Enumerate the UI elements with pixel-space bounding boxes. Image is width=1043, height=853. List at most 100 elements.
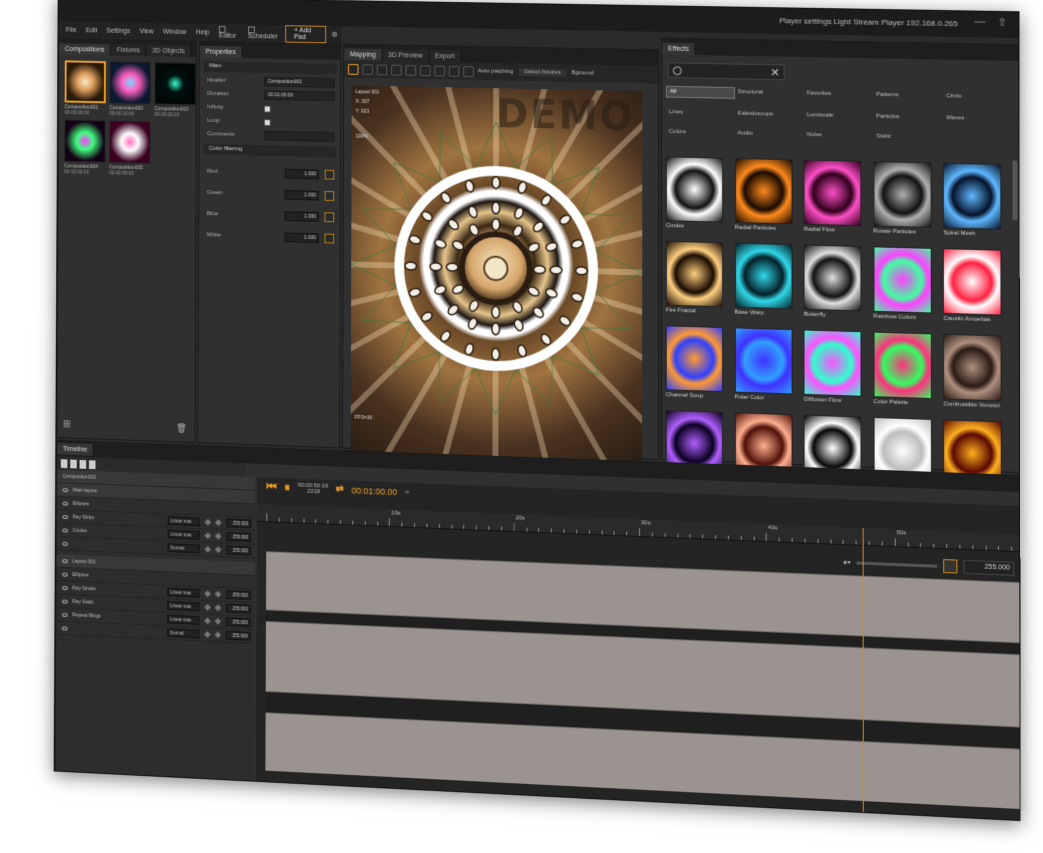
category-structural[interactable]: Structural xyxy=(735,87,804,100)
background-label[interactable]: Bground xyxy=(571,70,593,76)
mapping-canvas[interactable]: DEMO Layout 001 X: 307 Y: 023 100% FPS=3… xyxy=(351,85,643,484)
minimize-button[interactable]: — xyxy=(972,15,988,31)
blend-mode-select[interactable]: Normal xyxy=(168,543,200,553)
trash-icon[interactable]: 🗑 xyxy=(176,423,187,434)
effect-thumbnail[interactable] xyxy=(666,241,723,308)
copy-layer-icon[interactable] xyxy=(89,460,96,469)
effect-item[interactable]: Spiral Mesh xyxy=(943,163,1007,238)
tab-timeline[interactable]: Timeline xyxy=(57,443,94,456)
effects-search[interactable]: ✕ xyxy=(668,62,785,80)
effect-item[interactable]: Rainbow Colors xyxy=(873,246,937,321)
effect-item[interactable]: Diffusion Flow xyxy=(804,329,868,404)
zoom-knob[interactable] xyxy=(943,559,957,574)
color-swatch[interactable] xyxy=(325,212,335,222)
eye-icon[interactable] xyxy=(62,559,68,563)
eye-icon[interactable] xyxy=(63,501,69,505)
opacity-value[interactable]: 255.000 xyxy=(226,519,251,529)
effect-thumbnail[interactable] xyxy=(943,163,1002,230)
category-audio[interactable]: Audio xyxy=(735,128,804,139)
category-circle[interactable]: Circle xyxy=(943,91,1013,104)
color-value[interactable]: 1.000 xyxy=(285,211,319,222)
loop-checkbox[interactable] xyxy=(264,119,271,126)
pointer-tool-icon[interactable] xyxy=(348,63,359,74)
skip-start-icon[interactable]: ⏮ xyxy=(266,479,276,494)
keyframe-prev-icon[interactable] xyxy=(204,617,211,624)
zoom-value[interactable]: 255.000 xyxy=(963,560,1014,576)
opacity-value[interactable]: 255.000 xyxy=(226,617,251,627)
blend-mode-select[interactable]: Linear mas xyxy=(168,516,200,526)
category-patterns[interactable]: Patterns xyxy=(873,90,943,103)
category-static[interactable]: Static xyxy=(873,131,943,142)
effect-item[interactable]: Circles xyxy=(666,156,729,230)
tab-properties[interactable]: Properties xyxy=(200,46,242,58)
menu-view[interactable]: View xyxy=(136,28,158,35)
new-layer-icon[interactable] xyxy=(61,459,68,468)
menu-help[interactable]: Help xyxy=(192,29,213,36)
effect-thumbnail[interactable] xyxy=(666,156,723,222)
eye-icon[interactable] xyxy=(62,612,68,616)
opacity-value[interactable]: 255.000 xyxy=(226,631,251,641)
effect-thumbnail[interactable] xyxy=(804,160,862,227)
keyframe-add-icon[interactable] xyxy=(215,604,222,611)
eye-icon[interactable] xyxy=(63,488,69,492)
editor-checkbox[interactable] xyxy=(219,26,226,33)
copy-tool-icon[interactable] xyxy=(434,65,445,76)
effect-item[interactable]: Caustic Amoebas xyxy=(943,248,1007,324)
composition-item[interactable]: Composition001 00:00:00:00 xyxy=(65,60,106,116)
category-lines[interactable]: Lines xyxy=(666,107,735,118)
select-tool-icon[interactable] xyxy=(377,64,388,75)
effect-thumbnail[interactable] xyxy=(666,325,723,392)
blend-mode-select[interactable]: Normal xyxy=(167,628,199,638)
eye-icon[interactable] xyxy=(62,626,68,630)
category-noise[interactable]: Noise xyxy=(804,130,874,141)
blend-mode-select[interactable]: Linear mas xyxy=(167,588,199,598)
composition-item[interactable]: Composition005 00:00:00:00 xyxy=(109,121,151,178)
opacity-value[interactable]: 255.000 xyxy=(226,546,251,556)
duration-field[interactable]: 00:01:00:00 xyxy=(264,90,334,101)
pen-tool-icon[interactable] xyxy=(420,65,431,76)
effect-thumbnail[interactable] xyxy=(804,329,862,396)
tab-effects[interactable]: Effects xyxy=(662,43,696,55)
keyframe-prev-icon[interactable] xyxy=(205,519,212,526)
tab-export[interactable]: Export xyxy=(429,50,461,62)
rotate-tool-icon[interactable] xyxy=(449,65,460,76)
keyframe-add-icon[interactable] xyxy=(215,533,222,540)
pause-icon[interactable]: ⏸ xyxy=(284,480,290,495)
effect-thumbnail[interactable] xyxy=(735,327,793,394)
keyframe-add-icon[interactable] xyxy=(215,591,222,598)
infinity-icon[interactable]: ∞ xyxy=(405,489,409,495)
effect-item[interactable]: Fire Fractal xyxy=(666,241,729,316)
eye-icon[interactable] xyxy=(62,514,68,518)
category-particles[interactable]: Particles xyxy=(873,112,943,123)
effect-item[interactable]: Base Warp xyxy=(735,243,798,318)
blend-mode-select[interactable]: Linear mas xyxy=(168,530,200,540)
link-tool-icon[interactable] xyxy=(405,65,416,76)
image-layer-icon[interactable] xyxy=(70,459,77,468)
category-all[interactable]: All xyxy=(666,86,735,99)
keyframe-prev-icon[interactable] xyxy=(204,590,211,597)
category-waves[interactable]: Waves xyxy=(943,113,1013,124)
keyframe-prev-icon[interactable] xyxy=(204,631,211,638)
loop-icon[interactable]: ⇄ xyxy=(336,484,344,495)
color-value[interactable]: 1.000 xyxy=(285,169,319,179)
composition-thumbnail[interactable] xyxy=(64,120,105,163)
composition-thumbnail[interactable] xyxy=(109,61,150,104)
blend-mode-select[interactable]: Linear mas xyxy=(167,601,199,611)
effect-item[interactable]: Color Palette xyxy=(873,332,937,408)
tab-3d-objects[interactable]: 3D Objects xyxy=(147,45,192,57)
clear-search-icon[interactable]: ✕ xyxy=(770,66,779,79)
effect-item[interactable]: Channel Soup xyxy=(666,325,729,400)
scheduler-toggle[interactable]: Scheduler xyxy=(244,26,282,40)
menu-window[interactable]: Window xyxy=(159,28,190,35)
effect-item[interactable]: Combustible Voronoi xyxy=(943,334,1007,410)
effect-thumbnail[interactable] xyxy=(735,158,793,224)
tab-fixtures[interactable]: Fixtures xyxy=(111,44,147,56)
color-swatch[interactable] xyxy=(325,191,335,201)
effect-item[interactable]: Butterfly xyxy=(804,244,868,319)
zoom-slider[interactable] xyxy=(857,561,938,567)
menu-file[interactable]: File xyxy=(62,27,80,34)
tab-compositions[interactable]: Compositions xyxy=(59,43,111,55)
keyframe-add-icon[interactable] xyxy=(215,631,222,638)
composition-item[interactable]: Composition004 00:10:00:00 xyxy=(64,120,105,176)
opacity-value[interactable]: 255.000 xyxy=(226,604,251,614)
